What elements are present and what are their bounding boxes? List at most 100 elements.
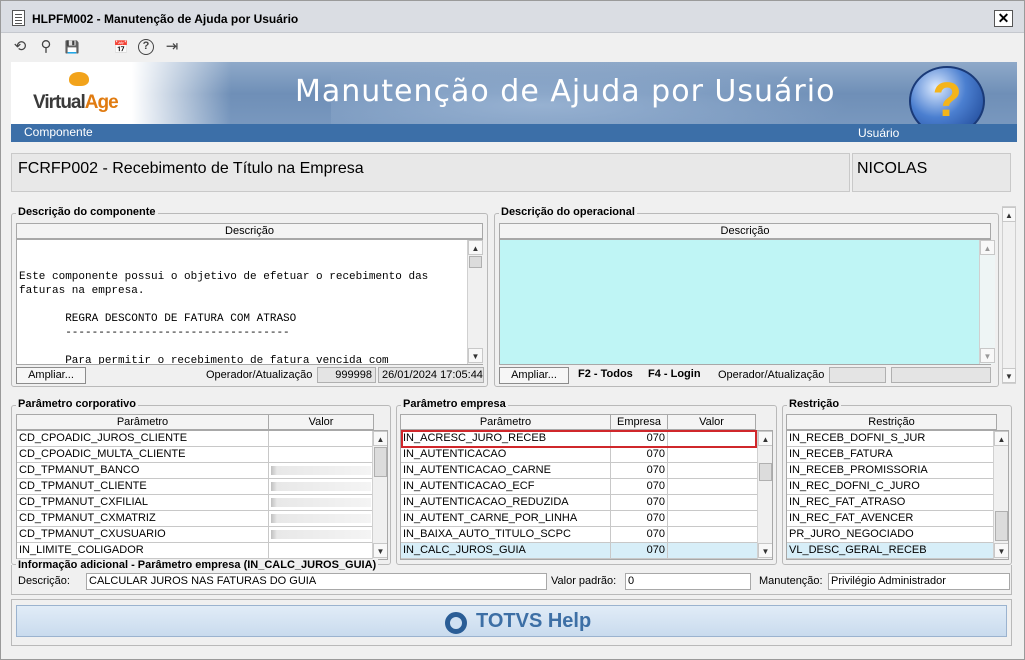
component-name-field: FCRFP002 - Recebimento de Título na Empr…: [11, 153, 850, 192]
f2-todos-hint: F2 - Todos: [578, 368, 633, 380]
scroll-up-icon[interactable]: ▲: [1002, 207, 1016, 222]
logo-age: Age: [84, 92, 119, 113]
table-row[interactable]: IN_RECEB_FATURA: [787, 447, 993, 463]
table-row[interactable]: IN_AUTENTICACAO_REDUZIDA 070: [401, 495, 757, 511]
table-row[interactable]: CD_CPOADIC_JUROS_CLIENTE: [17, 431, 372, 447]
component-description-label: Descrição do componente: [16, 206, 158, 218]
table-row[interactable]: IN_AUTENTICACAO 070: [401, 447, 757, 463]
description-input[interactable]: CALCULAR JUROS NAS FATURAS DO GUIA: [86, 573, 547, 590]
restriction-cell: PR_JURO_NEGOCIADO: [789, 528, 914, 540]
restriction-cell: VL_DESC_GERAL_RECEB: [789, 544, 927, 556]
param-cell: CD_TPMANUT_CXMATRIZ: [17, 511, 269, 526]
restriction-cell: IN_RECEB_FATURA: [789, 448, 893, 460]
param-cell: IN_AUTENTICACAO_REDUZIDA: [401, 495, 611, 510]
table-row[interactable]: CD_TPMANUT_CXUSUARIO: [17, 527, 372, 543]
scroll-thumb[interactable]: [759, 463, 772, 481]
valor-cell[interactable]: [668, 543, 757, 558]
scroll-down-icon[interactable]: ▼: [468, 348, 483, 363]
operational-description-memo[interactable]: [499, 239, 991, 365]
restriction-grid: IN_RECEB_DOFNI_S_JUR IN_RECEB_FATURA IN_RE…: [786, 430, 1009, 560]
table-row[interactable]: CD_CPOADIC_MULTA_CLIENTE: [17, 447, 372, 463]
component-description-memo[interactable]: Este componente possui o objetivo de efe…: [16, 239, 483, 365]
table-row[interactable]: CD_TPMANUT_CLIENTE: [17, 479, 372, 495]
scroll-thumb[interactable]: [374, 447, 387, 477]
scroll-down-icon[interactable]: ▼: [980, 348, 995, 363]
help-icon[interactable]: ?: [138, 39, 154, 55]
valor-cell[interactable]: [668, 463, 757, 478]
scroll-down-icon[interactable]: ▼: [373, 543, 387, 558]
table-row[interactable]: IN_AUTENTICACAO_ECF 070: [401, 479, 757, 495]
restriction-cell: IN_REC_DOFNI_C_JURO: [789, 480, 920, 492]
operational-updated-value: [891, 367, 991, 383]
valor-cell[interactable]: [269, 431, 372, 446]
empresa-cell: 070: [611, 463, 668, 478]
totvs-help-button[interactable]: TOTVS Help: [16, 605, 1007, 637]
toolbar: ⟲ ⚲ 💾 📅 ? ⇥: [9, 37, 1009, 59]
scroll-up-icon[interactable]: ▲: [994, 431, 1008, 446]
table-row[interactable]: IN_AUTENTICACAO_CARNE 070: [401, 463, 757, 479]
value-bar: [271, 530, 371, 539]
user-label: Usuário: [858, 126, 900, 140]
table-row[interactable]: PR_JURO_NEGOCIADO: [787, 527, 993, 543]
operational-ampliar-button[interactable]: Ampliar...: [499, 367, 569, 384]
valor-cell[interactable]: [668, 479, 757, 494]
valor-cell[interactable]: [668, 495, 757, 510]
maintenance-input[interactable]: Privilégio Administrador: [828, 573, 1010, 590]
table-row[interactable]: IN_RECEB_DOFNI_S_JUR: [787, 431, 993, 447]
component-ampliar-button[interactable]: Ampliar...: [16, 367, 86, 384]
company-parameter-group: Parâmetro empresa Parâmetro Empresa Valo…: [396, 398, 777, 565]
default-value-input[interactable]: 0: [625, 573, 751, 590]
user-name-field: NICOLAS: [852, 153, 1011, 192]
banner: VirtualAge Manutenção de Ajuda por Usuár…: [11, 62, 1017, 142]
right-panel-scrollbar[interactable]: ▲ ▼: [1002, 206, 1016, 384]
scroll-thumb[interactable]: [469, 256, 482, 268]
param-cell: IN_AUTENTICACAO_CARNE: [401, 463, 611, 478]
table-row[interactable]: CD_TPMANUT_BANCO: [17, 463, 372, 479]
valor-cell[interactable]: [269, 447, 372, 462]
scroll-down-icon[interactable]: ▼: [758, 543, 772, 558]
exit-icon[interactable]: ⇥: [163, 37, 181, 57]
scroll-up-icon[interactable]: ▲: [980, 240, 995, 255]
param-cell: CD_TPMANUT_CLIENTE: [17, 479, 269, 494]
scroll-up-icon[interactable]: ▲: [373, 431, 387, 446]
company-empresa-column-header: Empresa: [610, 414, 668, 430]
table-row[interactable]: IN_REC_DOFNI_C_JURO: [787, 479, 993, 495]
calendar-icon[interactable]: 📅: [112, 37, 130, 57]
valor-cell[interactable]: [668, 447, 757, 462]
empresa-cell: 070: [611, 495, 668, 510]
restriction-grid-scrollbar[interactable]: ▲ ▼: [993, 431, 1008, 559]
table-row[interactable]: IN_BAIXA_AUTO_TITULO_SCPC 070: [401, 527, 757, 543]
component-description-text: Este componente possui o objetivo de efe…: [19, 271, 429, 365]
scroll-thumb[interactable]: [995, 511, 1008, 541]
scroll-down-icon[interactable]: ▼: [994, 543, 1008, 558]
operational-description-scrollbar[interactable]: ▲ ▼: [979, 240, 995, 364]
table-row[interactable]: IN_RECEB_PROMISSORIA: [787, 463, 993, 479]
corporate-grid-scrollbar[interactable]: ▲ ▼: [372, 431, 387, 559]
valor-cell[interactable]: [668, 511, 757, 526]
table-row[interactable]: IN_CALC_JUROS_GUIA 070: [401, 543, 757, 559]
company-grid-scrollbar[interactable]: ▲ ▼: [757, 431, 772, 559]
table-row[interactable]: VL_DESC_GERAL_RECEB: [787, 543, 993, 559]
table-row[interactable]: IN_REC_FAT_AVENCER: [787, 511, 993, 527]
table-row[interactable]: IN_REC_FAT_ATRASO: [787, 495, 993, 511]
component-operator-value: 999998: [317, 367, 376, 383]
param-cell: IN_BAIXA_AUTO_TITULO_SCPC: [401, 527, 611, 542]
save-icon[interactable]: 💾: [63, 37, 81, 57]
additional-info-group: Informação adicional - Parâmetro empresa…: [11, 559, 1012, 595]
close-button[interactable]: ✕: [994, 10, 1013, 27]
search-icon[interactable]: ⚲: [37, 37, 55, 57]
param-cell: IN_AUTENTICACAO: [401, 447, 611, 462]
table-row[interactable]: IN_AUTENT_CARNE_POR_LINHA 070: [401, 511, 757, 527]
valor-cell[interactable]: [668, 527, 757, 542]
company-parameter-label: Parâmetro empresa: [401, 398, 508, 410]
undo-icon[interactable]: ⟲: [11, 37, 29, 57]
table-row[interactable]: IN_LIMITE_COLIGADOR: [17, 543, 372, 559]
value-bar: [271, 482, 371, 491]
scroll-down-icon[interactable]: ▼: [1002, 368, 1016, 383]
component-description-scrollbar[interactable]: ▲ ▼: [467, 240, 483, 364]
scroll-up-icon[interactable]: ▲: [758, 431, 772, 446]
valor-cell[interactable]: [269, 543, 372, 558]
scroll-up-icon[interactable]: ▲: [468, 240, 483, 255]
table-row[interactable]: CD_TPMANUT_CXMATRIZ: [17, 511, 372, 527]
table-row[interactable]: CD_TPMANUT_CXFILIAL: [17, 495, 372, 511]
